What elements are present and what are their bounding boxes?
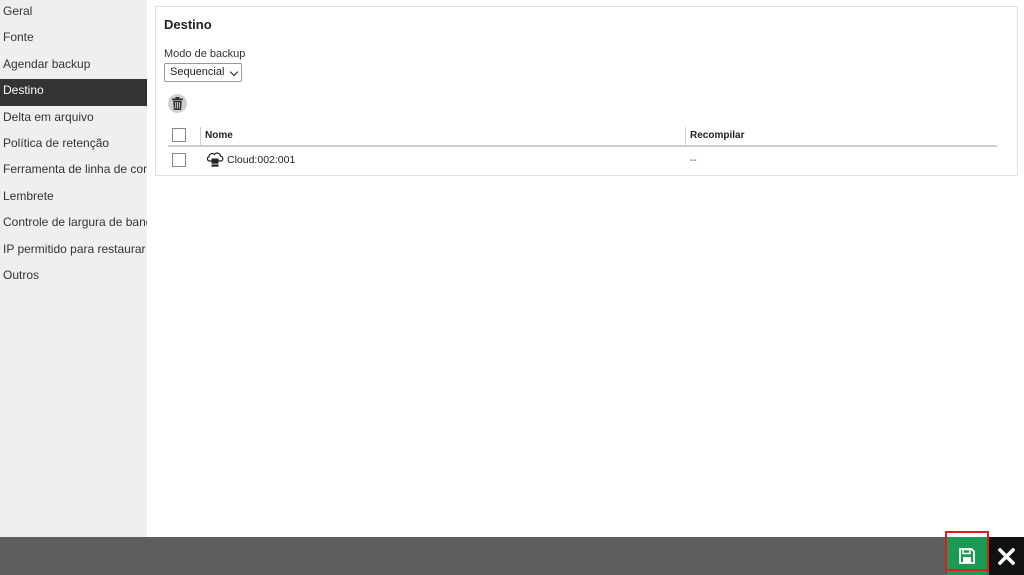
sidebar-item-fonte[interactable]: Fonte bbox=[0, 26, 147, 52]
save-button[interactable] bbox=[947, 537, 987, 575]
floppy-disk-icon bbox=[959, 548, 975, 564]
sidebar-item-destino[interactable]: Destino bbox=[0, 79, 147, 106]
column-separator bbox=[200, 127, 201, 145]
close-button[interactable] bbox=[989, 537, 1024, 575]
sidebar-item-controle-largura-banda[interactable]: Controle de largura de band bbox=[0, 211, 147, 237]
recompile-value: -- bbox=[690, 155, 697, 166]
destination-panel: Destino Modo de backup Sequencial Nome R… bbox=[155, 6, 1018, 176]
panel-title: Destino bbox=[164, 17, 212, 32]
settings-sidebar: Geral Fonte Agendar backup Destino Delta… bbox=[0, 0, 147, 537]
main-content: Destino Modo de backup Sequencial Nome R… bbox=[147, 0, 1024, 537]
sidebar-item-agendar-backup[interactable]: Agendar backup bbox=[0, 53, 147, 79]
select-all-checkbox[interactable] bbox=[172, 128, 186, 142]
cloud-storage-icon bbox=[206, 152, 224, 167]
sidebar-item-ip-permitido[interactable]: IP permitido para restaurar bbox=[0, 238, 147, 264]
sidebar-item-delta-em-arquivo[interactable]: Delta em arquivo bbox=[0, 106, 147, 132]
chevron-down-icon bbox=[229, 67, 239, 77]
row-checkbox[interactable] bbox=[172, 153, 186, 167]
backup-mode-select[interactable]: Sequencial bbox=[164, 63, 242, 82]
column-separator bbox=[685, 127, 686, 145]
delete-button[interactable] bbox=[168, 94, 187, 113]
column-header-name[interactable]: Nome bbox=[205, 130, 233, 141]
column-header-recompile[interactable]: Recompilar bbox=[690, 130, 744, 141]
table-header: Nome Recompilar bbox=[168, 125, 997, 147]
trash-icon bbox=[172, 97, 183, 110]
destinations-table: Nome Recompilar Cloud:002:001 -- bbox=[168, 125, 997, 171]
sidebar-item-lembrete[interactable]: Lembrete bbox=[0, 185, 147, 211]
destination-name: Cloud:002:001 bbox=[227, 154, 296, 166]
close-x-icon bbox=[998, 548, 1015, 565]
footer-bar bbox=[0, 531, 1024, 575]
sidebar-item-geral[interactable]: Geral bbox=[0, 0, 147, 26]
sidebar-item-politica-de-retencao[interactable]: Política de retenção bbox=[0, 132, 147, 158]
sidebar-item-ferramenta-linha-comando[interactable]: Ferramenta de linha de coma bbox=[0, 158, 147, 184]
table-row[interactable]: Cloud:002:001 -- bbox=[168, 147, 997, 171]
sidebar-item-outros[interactable]: Outros bbox=[0, 264, 147, 290]
backup-mode-label: Modo de backup bbox=[164, 48, 246, 60]
backup-mode-value: Sequencial bbox=[170, 66, 225, 78]
